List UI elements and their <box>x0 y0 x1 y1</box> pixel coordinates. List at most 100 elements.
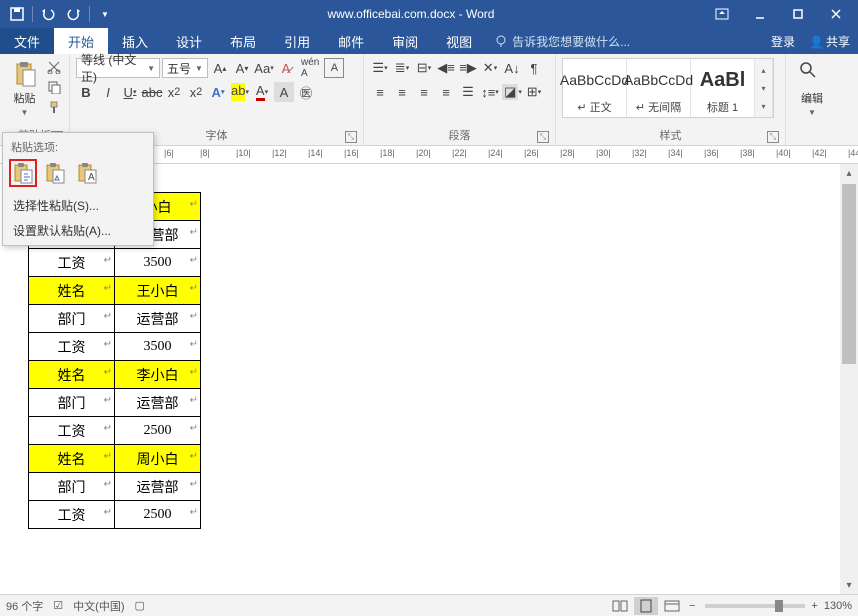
text-effects-button[interactable]: A▾ <box>208 82 228 102</box>
zoom-in-button[interactable]: + <box>811 600 817 612</box>
language-status[interactable]: 中文(中国) <box>73 598 124 614</box>
font-size-combo[interactable]: 五号▼ <box>162 58 208 78</box>
share-button[interactable]: 👤共享 <box>809 33 850 50</box>
proofing-icon[interactable]: ☑ <box>53 599 63 612</box>
maximize-button[interactable] <box>780 2 816 26</box>
format-painter-button[interactable] <box>45 98 63 116</box>
highlight-button[interactable]: ab▾ <box>230 82 250 102</box>
font-color-button[interactable]: A▾ <box>252 82 272 102</box>
style-nospacing[interactable]: AaBbCcDd↵ 无间隔 <box>627 59 691 117</box>
align-left-button[interactable]: ≡ <box>370 82 390 102</box>
bullets-button[interactable]: ☰▾ <box>370 58 390 78</box>
cell-value[interactable]: 运营部↵ <box>115 389 201 417</box>
borders-button[interactable]: ⊞▾ <box>524 82 544 102</box>
tell-me[interactable]: 告诉我您想要做什么... <box>486 28 771 54</box>
font-name-combo[interactable]: 等线 (中文正)▼ <box>76 58 160 78</box>
redo-button[interactable] <box>61 2 87 26</box>
style-normal[interactable]: AaBbCcDd↵ 正文 <box>563 59 627 117</box>
char-border-button[interactable]: A <box>324 58 344 78</box>
cell-label[interactable]: 工资↵ <box>29 501 115 529</box>
cell-label[interactable]: 部门↵ <box>29 389 115 417</box>
zoom-slider[interactable] <box>705 604 805 608</box>
superscript-button[interactable]: x2 <box>186 82 206 102</box>
tab-layout[interactable]: 布局 <box>216 28 270 54</box>
paste-merge-button[interactable] <box>41 159 69 187</box>
qat-customize[interactable]: ▼ <box>92 2 118 26</box>
tab-file[interactable]: 文件 <box>0 28 54 54</box>
word-count[interactable]: 96 个字 <box>6 598 43 614</box>
paragraph-launcher-icon[interactable]: ⤡ <box>537 131 549 143</box>
multilevel-button[interactable]: ⊟▾ <box>414 58 434 78</box>
vertical-scrollbar[interactable]: ▴ ▾ <box>840 164 858 594</box>
cell-value[interactable]: 王小白↵ <box>115 277 201 305</box>
underline-button[interactable]: U▾ <box>120 82 140 102</box>
cell-label[interactable]: 工资↵ <box>29 249 115 277</box>
justify-button[interactable]: ≡ <box>436 82 456 102</box>
show-marks-button[interactable]: ¶ <box>524 58 544 78</box>
cell-value[interactable]: 运营部↵ <box>115 305 201 333</box>
cut-button[interactable] <box>45 58 63 76</box>
distribute-button[interactable]: ☰ <box>458 82 478 102</box>
line-spacing-button[interactable]: ↕≡▾ <box>480 82 500 102</box>
styles-launcher-icon[interactable]: ⤡ <box>767 131 779 143</box>
styles-gallery[interactable]: AaBbCcDd↵ 正文 AaBbCcDd↵ 无间隔 AaBl标题 1 ▴▾▾ <box>562 58 774 118</box>
undo-button[interactable] <box>35 2 61 26</box>
paste-special-menuitem[interactable]: 选择性粘贴(S)... <box>3 193 153 218</box>
cell-value[interactable]: 2500↵ <box>115 501 201 529</box>
char-shading-button[interactable]: A <box>274 82 294 102</box>
phonetic-guide-button[interactable]: wénA <box>298 58 322 78</box>
enclose-char-button[interactable]: ㊩ <box>296 82 316 102</box>
increase-indent-button[interactable]: ≡▶ <box>458 58 478 78</box>
paste-button[interactable]: 粘贴 ▼ <box>6 58 43 119</box>
style-heading1[interactable]: AaBl标题 1 <box>691 59 755 117</box>
scroll-down-button[interactable]: ▾ <box>840 576 858 594</box>
cell-label[interactable]: 姓名↵ <box>29 445 115 473</box>
shading-button[interactable]: ◪▾ <box>502 82 522 102</box>
shrink-font-button[interactable]: A▾ <box>232 58 252 78</box>
tab-mailings[interactable]: 邮件 <box>324 28 378 54</box>
cell-label[interactable]: 姓名↵ <box>29 277 115 305</box>
tab-design[interactable]: 设计 <box>162 28 216 54</box>
subscript-button[interactable]: x2 <box>164 82 184 102</box>
web-layout-button[interactable] <box>660 597 684 615</box>
decrease-indent-button[interactable]: ◀≡ <box>436 58 456 78</box>
save-button[interactable] <box>4 2 30 26</box>
cell-value[interactable]: 周小白↵ <box>115 445 201 473</box>
grow-font-button[interactable]: A▴ <box>210 58 230 78</box>
change-case-button[interactable]: Aa▾ <box>254 58 274 78</box>
bold-button[interactable]: B <box>76 82 96 102</box>
read-mode-button[interactable] <box>608 597 632 615</box>
macro-record-icon[interactable]: ▢ <box>135 599 145 612</box>
cell-label[interactable]: 工资↵ <box>29 417 115 445</box>
sort-button[interactable]: A↓ <box>502 58 522 78</box>
paste-text-only-button[interactable]: A <box>73 159 101 187</box>
paste-keep-source-button[interactable] <box>9 159 37 187</box>
cell-value[interactable]: 3500↵ <box>115 333 201 361</box>
minimize-button[interactable] <box>742 2 778 26</box>
font-launcher-icon[interactable]: ⤡ <box>345 131 357 143</box>
tab-view[interactable]: 视图 <box>432 28 486 54</box>
italic-button[interactable]: I <box>98 82 118 102</box>
align-center-button[interactable]: ≡ <box>392 82 412 102</box>
zoom-out-button[interactable]: − <box>689 600 695 612</box>
text-direction-button[interactable]: ✕▾ <box>480 58 500 78</box>
scroll-up-button[interactable]: ▴ <box>840 164 858 182</box>
find-button[interactable]: 编辑 ▼ <box>792 58 832 119</box>
copy-button[interactable] <box>45 78 63 96</box>
zoom-percent[interactable]: 130% <box>824 600 852 612</box>
login-link[interactable]: 登录 <box>771 33 795 50</box>
scroll-thumb[interactable] <box>842 184 856 364</box>
zoom-thumb[interactable] <box>775 600 783 612</box>
cell-label[interactable]: 姓名↵ <box>29 361 115 389</box>
tab-references[interactable]: 引用 <box>270 28 324 54</box>
cell-value[interactable]: 3500↵ <box>115 249 201 277</box>
cell-label[interactable]: 工资↵ <box>29 333 115 361</box>
set-default-paste-menuitem[interactable]: 设置默认粘贴(A)... <box>3 218 153 243</box>
tab-review[interactable]: 审阅 <box>378 28 432 54</box>
cell-value[interactable]: 李小白↵ <box>115 361 201 389</box>
ribbon-options-button[interactable] <box>704 2 740 26</box>
numbering-button[interactable]: ≣▾ <box>392 58 412 78</box>
print-layout-button[interactable] <box>634 597 658 615</box>
cell-value[interactable]: 2500↵ <box>115 417 201 445</box>
close-button[interactable] <box>818 2 854 26</box>
